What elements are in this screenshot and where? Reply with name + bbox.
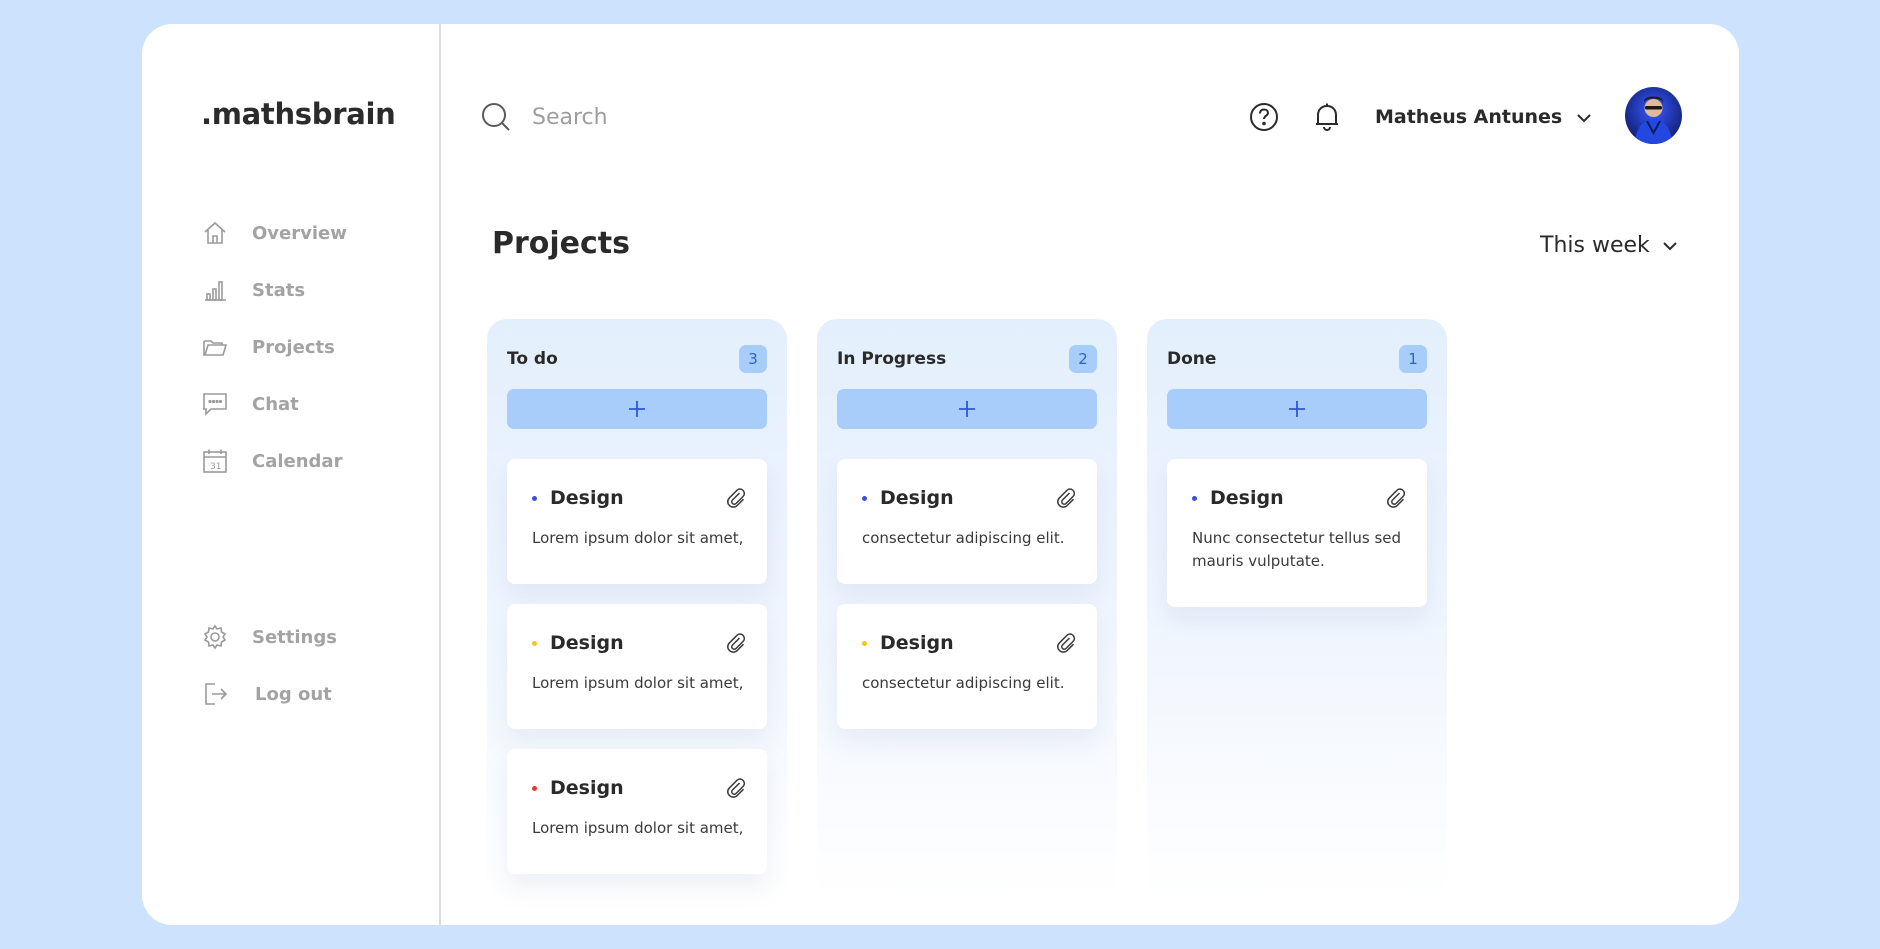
logout-icon [201,680,229,708]
sidebar-item-logout[interactable]: Log out [201,674,411,714]
task-card[interactable]: Design Lorem ipsum dolor sit amet, [507,749,767,874]
column-done: Done 1 Design Nunc consectetur tellus se… [1147,319,1447,899]
sidebar-item-calendar[interactable]: 31 Calendar [201,441,411,481]
calendar-icon: 31 [201,447,229,475]
task-card[interactable]: Design Nunc consectetur tellus sed mauri… [1167,459,1427,607]
page-title: Projects [492,226,631,261]
avatar[interactable] [1625,87,1682,144]
card-header: Design [532,630,747,656]
task-card[interactable]: Design consectetur adipiscing elit. [837,459,1097,584]
gear-icon [201,623,229,651]
sidebar-item-projects[interactable]: Projects [201,327,411,367]
period-dropdown[interactable]: This week [1540,230,1678,260]
card-header: Design [1192,485,1407,511]
app-window: .mathsbrain Overview Stats Projects Chat [142,24,1739,925]
add-card-button[interactable] [507,389,767,429]
paperclip-icon[interactable] [725,632,747,654]
user-name: Matheus Antunes [1375,106,1563,128]
card-title: Design [550,777,624,799]
count-badge: 1 [1399,345,1427,373]
status-dot-icon [532,785,537,791]
card-title: Design [550,632,624,654]
add-card-button[interactable] [837,389,1097,429]
column-title: Done [1167,349,1217,369]
brand-logo: .mathsbrain [201,97,396,131]
status-dot-icon [532,495,537,501]
svg-text:31: 31 [210,462,221,472]
chevron-down-icon [1662,236,1678,255]
column-title: To do [507,349,558,369]
sidebar-item-label: Log out [255,683,332,705]
status-dot-icon [862,495,867,501]
sidebar-item-label: Settings [252,626,337,648]
sidebar-item-label: Calendar [252,450,343,472]
paperclip-icon[interactable] [725,777,747,799]
card-description: Lorem ipsum dolor sit amet, [532,819,744,837]
status-dot-icon [862,640,867,646]
count-badge: 2 [1069,345,1097,373]
column-header: In Progress 2 [837,345,1097,373]
column-in-progress: In Progress 2 Design consectetur adipisc… [817,319,1117,899]
bell-icon[interactable] [1310,100,1344,134]
task-card[interactable]: Design Lorem ipsum dolor sit amet, [507,604,767,729]
sidebar-item-overview[interactable]: Overview [201,213,411,253]
column-to-do: To do 3 Design Lorem ipsum dolor sit ame… [487,319,787,899]
sidebar-item-label: Chat [252,393,299,415]
card-title: Design [880,632,954,654]
paperclip-icon[interactable] [725,487,747,509]
sidebar-item-label: Overview [252,222,347,244]
sidebar-item-chat[interactable]: Chat [201,384,411,424]
period-label: This week [1540,232,1650,258]
column-title: In Progress [837,349,947,369]
card-header: Design [532,775,747,801]
card-header: Design [532,485,747,511]
sidebar: .mathsbrain Overview Stats Projects Chat [142,24,441,925]
plus-icon [1287,399,1307,419]
card-description: Lorem ipsum dolor sit amet, [532,674,744,692]
paperclip-icon[interactable] [1055,487,1077,509]
status-dot-icon [1192,495,1197,501]
column-header: To do 3 [507,345,767,373]
status-dot-icon [532,640,537,646]
card-title: Design [550,487,624,509]
card-header: Design [862,630,1077,656]
card-description: consectetur adipiscing elit. [862,674,1065,692]
sidebar-item-settings[interactable]: Settings [201,617,411,657]
card-description: consectetur adipiscing elit. [862,529,1065,547]
plus-icon [627,399,647,419]
paperclip-icon[interactable] [1385,487,1407,509]
folder-icon [201,333,229,361]
search-icon[interactable] [480,101,512,133]
help-icon[interactable] [1247,100,1281,134]
chevron-down-icon [1576,108,1592,127]
chat-icon [201,390,229,418]
task-card[interactable]: Design Lorem ipsum dolor sit amet, [507,459,767,584]
search-input[interactable] [532,104,852,130]
bar-chart-icon [201,276,229,304]
task-card[interactable]: Design consectetur adipiscing elit. [837,604,1097,729]
add-card-button[interactable] [1167,389,1427,429]
plus-icon [957,399,977,419]
home-icon [201,219,229,247]
column-header: Done 1 [1167,345,1427,373]
card-header: Design [862,485,1077,511]
sidebar-item-label: Stats [252,279,306,301]
sidebar-item-label: Projects [252,336,335,358]
paperclip-icon[interactable] [1055,632,1077,654]
sidebar-item-stats[interactable]: Stats [201,270,411,310]
card-description: Nunc consectetur tellus sed mauris vulpu… [1192,529,1402,570]
count-badge: 3 [739,345,767,373]
card-title: Design [880,487,954,509]
search-bar [480,96,880,138]
card-title: Design [1210,487,1284,509]
user-menu[interactable]: Matheus Antunes [1375,100,1592,134]
card-description: Lorem ipsum dolor sit amet, [532,529,744,547]
